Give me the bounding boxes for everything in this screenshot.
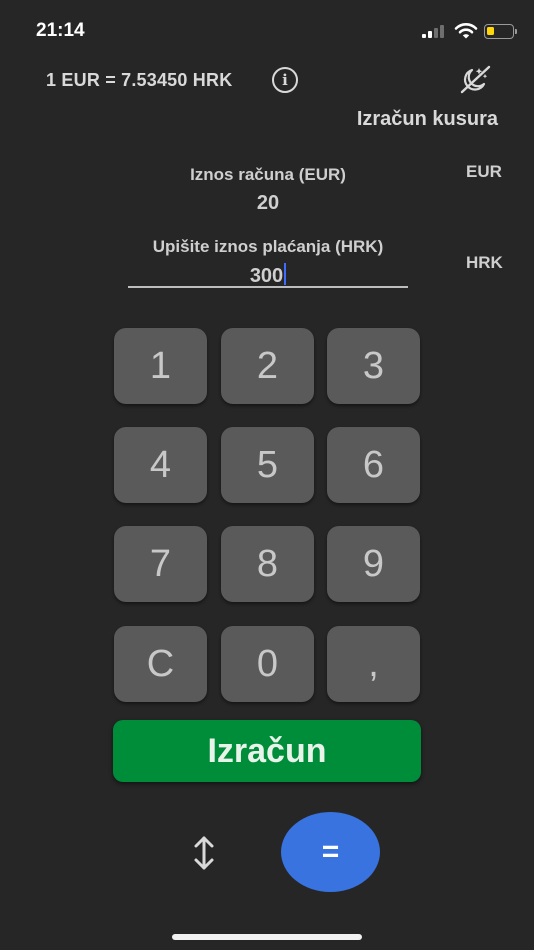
status-bar: 21:14	[0, 0, 534, 60]
exchange-rate: 1 EUR = 7.53450 HRK	[46, 70, 233, 90]
battery-icon	[484, 24, 517, 39]
dark-mode-toggle-icon[interactable]	[458, 64, 492, 96]
info-icon[interactable]: i	[272, 67, 298, 93]
home-indicator[interactable]	[172, 934, 362, 940]
status-time: 21:14	[36, 20, 85, 41]
key-5[interactable]: 5	[221, 427, 314, 503]
key-0[interactable]: 0	[221, 626, 314, 702]
wifi-icon	[454, 23, 478, 39]
key-1[interactable]: 1	[114, 328, 207, 404]
calculate-button[interactable]: Izračun	[113, 720, 421, 782]
payment-amount-label: Upišite iznos plaćanja (HRK)	[152, 237, 384, 256]
payment-input-underline	[128, 286, 408, 288]
payment-currency-code: HRK	[466, 253, 503, 272]
payment-amount-value: 300	[249, 265, 284, 287]
key-9[interactable]: 9	[327, 526, 420, 602]
mode-title: Izračun kusura	[356, 108, 498, 130]
text-caret	[284, 263, 287, 285]
battery-level-fill	[487, 27, 494, 35]
cellular-signal-icon	[422, 24, 450, 38]
key-6[interactable]: 6	[327, 427, 420, 503]
equals-button[interactable]: =	[281, 812, 380, 892]
key-decimal-comma[interactable]: ,	[327, 626, 420, 702]
bill-amount-value[interactable]: 20	[128, 192, 408, 215]
key-8[interactable]: 8	[221, 526, 314, 602]
key-7[interactable]: 7	[114, 526, 207, 602]
key-clear[interactable]: C	[114, 626, 207, 702]
payment-amount-input[interactable]: 300	[128, 263, 408, 288]
bill-currency-code: EUR	[466, 162, 502, 181]
key-4[interactable]: 4	[114, 427, 207, 503]
key-2[interactable]: 2	[221, 328, 314, 404]
swap-vertical-icon[interactable]	[190, 834, 218, 872]
bill-amount-label: Iznos računa (EUR)	[190, 165, 346, 184]
key-3[interactable]: 3	[327, 328, 420, 404]
